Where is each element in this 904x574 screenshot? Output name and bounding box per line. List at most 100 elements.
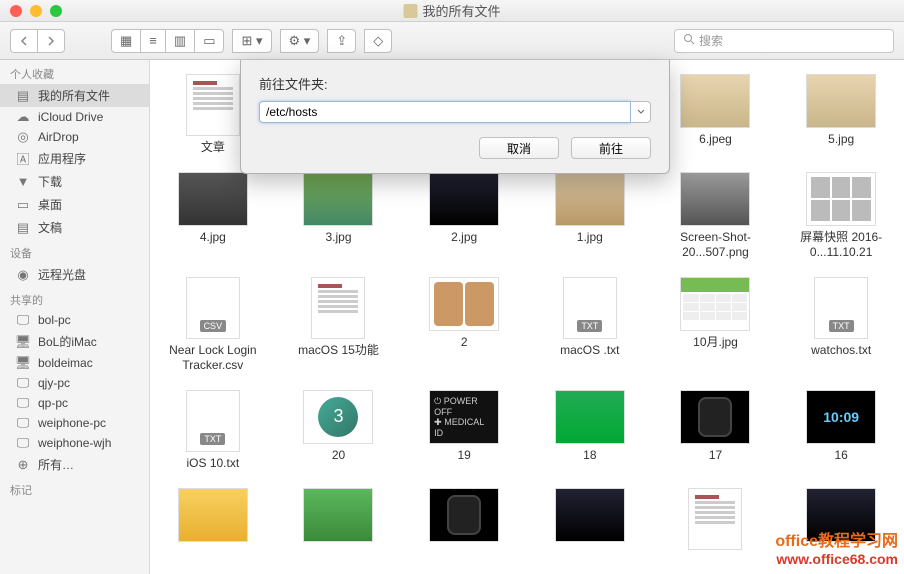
sidebar-item-label: 桌面 <box>38 196 62 213</box>
file-thumbnail <box>429 172 499 226</box>
file-label: 1.jpg <box>577 230 603 244</box>
sidebar-item[interactable]: 🖵 qp-pc <box>0 393 149 413</box>
dialog-label: 前往文件夹: <box>259 74 651 93</box>
sidebar-item[interactable]: 🖵 bol-pc <box>0 310 149 330</box>
minimize-button[interactable] <box>30 5 42 17</box>
file-item[interactable]: Screen-Shot-20...507.png <box>653 168 779 263</box>
file-item[interactable]: 5.jpg <box>778 70 904 158</box>
back-button[interactable] <box>10 29 37 53</box>
forward-button[interactable] <box>37 29 65 53</box>
file-thumbnail <box>806 74 876 128</box>
file-item[interactable]: 3.jpg <box>276 168 402 263</box>
share-button[interactable]: ⇪ <box>327 29 356 53</box>
file-label: watchos.txt <box>811 343 871 357</box>
gallery-view-button[interactable]: ▭ <box>194 29 224 53</box>
zoom-button[interactable] <box>50 5 62 17</box>
action-button[interactable]: ⚙ ▾ <box>280 29 320 53</box>
sidebar-item[interactable]: ▤我的所有文件 <box>0 84 149 107</box>
file-thumbnail <box>178 172 248 226</box>
file-item[interactable]: watchos.txt <box>778 273 904 376</box>
file-item[interactable]: 10:09 16 <box>778 386 904 474</box>
pc-icon: 🖵 <box>14 313 32 327</box>
file-item[interactable]: macOS 15功能 <box>276 273 402 376</box>
sidebar-item-label: weiphone-wjh <box>38 436 111 450</box>
file-label: 4.jpg <box>200 230 226 244</box>
tags-button[interactable]: ◇ <box>364 29 392 53</box>
file-thumbnail <box>680 74 750 128</box>
close-button[interactable] <box>10 5 22 17</box>
sidebar-item[interactable]: ▭桌面 <box>0 193 149 216</box>
path-history-dropdown[interactable] <box>631 101 651 123</box>
sidebar-item[interactable]: 🖵qjy-pc <box>0 373 149 393</box>
file-item[interactable] <box>276 484 402 558</box>
file-item[interactable] <box>778 484 904 558</box>
file-thumbnail <box>680 277 750 331</box>
file-item[interactable] <box>527 484 653 558</box>
file-item[interactable]: 18 <box>527 386 653 474</box>
file-item[interactable] <box>150 484 276 558</box>
file-label: Screen-Shot-20...507.png <box>660 230 770 259</box>
file-label: 16 <box>834 448 847 462</box>
file-item[interactable]: macOS .txt <box>527 273 653 376</box>
globe-icon: ⊕ <box>14 458 32 472</box>
file-item[interactable] <box>653 484 779 558</box>
imac-icon: 🖥 <box>14 356 32 370</box>
window-controls <box>0 5 62 17</box>
sidebar-item[interactable]: 🖵weiphone-pc <box>0 413 149 433</box>
arrange-button[interactable]: ⊞ ▾ <box>232 29 271 53</box>
file-item[interactable]: Near Lock Login Tracker.csv <box>150 273 276 376</box>
file-item[interactable]: 10月.jpg <box>653 273 779 376</box>
file-item[interactable]: 4.jpg <box>150 168 276 263</box>
sidebar-item[interactable]: ◎AirDrop <box>0 127 149 147</box>
sidebar-item[interactable]: 🖥 boldeimac <box>0 353 149 373</box>
file-thumbnail <box>186 390 240 452</box>
file-label: iOS 10.txt <box>186 456 239 470</box>
documents-icon: ▤ <box>14 221 32 235</box>
search-field[interactable]: 搜索 <box>674 29 894 53</box>
sidebar-item[interactable]: ▼下载 <box>0 170 149 193</box>
toolbar: ▦ ≡ ▥ ▭ ⊞ ▾ ⚙ ▾ ⇪ ◇ 搜索 <box>0 22 904 60</box>
file-item[interactable]: 2.jpg <box>401 168 527 263</box>
sidebar-item[interactable]: ⊕所有… <box>0 453 149 476</box>
file-thumbnail <box>186 277 240 339</box>
downloads-icon: ▼ <box>14 175 32 189</box>
search-icon <box>683 33 695 48</box>
file-thumbnail: 10:09 <box>806 390 876 444</box>
sidebar-item[interactable]: ☁iCloud Drive <box>0 107 149 127</box>
column-view-button[interactable]: ▥ <box>165 29 194 53</box>
file-item[interactable]: 6.jpeg <box>653 70 779 158</box>
pc-icon: 🖵 <box>14 396 32 410</box>
file-item[interactable]: 2 <box>401 273 527 376</box>
cancel-button[interactable]: 取消 <box>479 137 559 159</box>
file-thumbnail <box>688 488 742 550</box>
file-item[interactable]: 17 <box>653 386 779 474</box>
window-title-text: 我的所有文件 <box>422 1 500 20</box>
file-item[interactable]: 1.jpg <box>527 168 653 263</box>
sidebar-item[interactable]: 🄰应用程序 <box>0 147 149 170</box>
file-label: 17 <box>709 448 722 462</box>
file-thumbnail: ⏻ POWER OFF✚ MEDICAL ID <box>429 390 499 444</box>
sidebar-item[interactable]: 🖵weiphone-wjh <box>0 433 149 453</box>
file-item[interactable]: 320 <box>276 386 402 474</box>
file-thumbnail <box>814 277 868 339</box>
icon-view-button[interactable]: ▦ <box>111 29 140 53</box>
file-item[interactable] <box>401 484 527 558</box>
file-item[interactable]: iOS 10.txt <box>150 386 276 474</box>
sidebar-item-label: boldeimac <box>38 356 93 370</box>
sidebar-item-label: qp-pc <box>38 396 68 410</box>
sidebar-item-label: bol-pc <box>38 313 71 327</box>
file-thumbnail <box>555 390 625 444</box>
file-item[interactable]: 屏幕快照 2016-0...11.10.21 <box>778 168 904 263</box>
sidebar-item[interactable]: ▤文稿 <box>0 216 149 239</box>
file-item[interactable]: ⏻ POWER OFF✚ MEDICAL ID19 <box>401 386 527 474</box>
go-button[interactable]: 前往 <box>571 137 651 159</box>
sidebar-item[interactable]: 🖥BoL的iMac <box>0 330 149 353</box>
folder-path-input[interactable] <box>259 101 631 123</box>
sidebar-item[interactable]: ◉远程光盘 <box>0 263 149 286</box>
file-label: 文章 <box>201 140 225 154</box>
file-label: 2.jpg <box>451 230 477 244</box>
list-view-button[interactable]: ≡ <box>140 29 165 53</box>
file-label: 20 <box>332 448 345 462</box>
sidebar-item-label: 远程光盘 <box>38 266 86 283</box>
search-placeholder: 搜索 <box>699 32 723 49</box>
